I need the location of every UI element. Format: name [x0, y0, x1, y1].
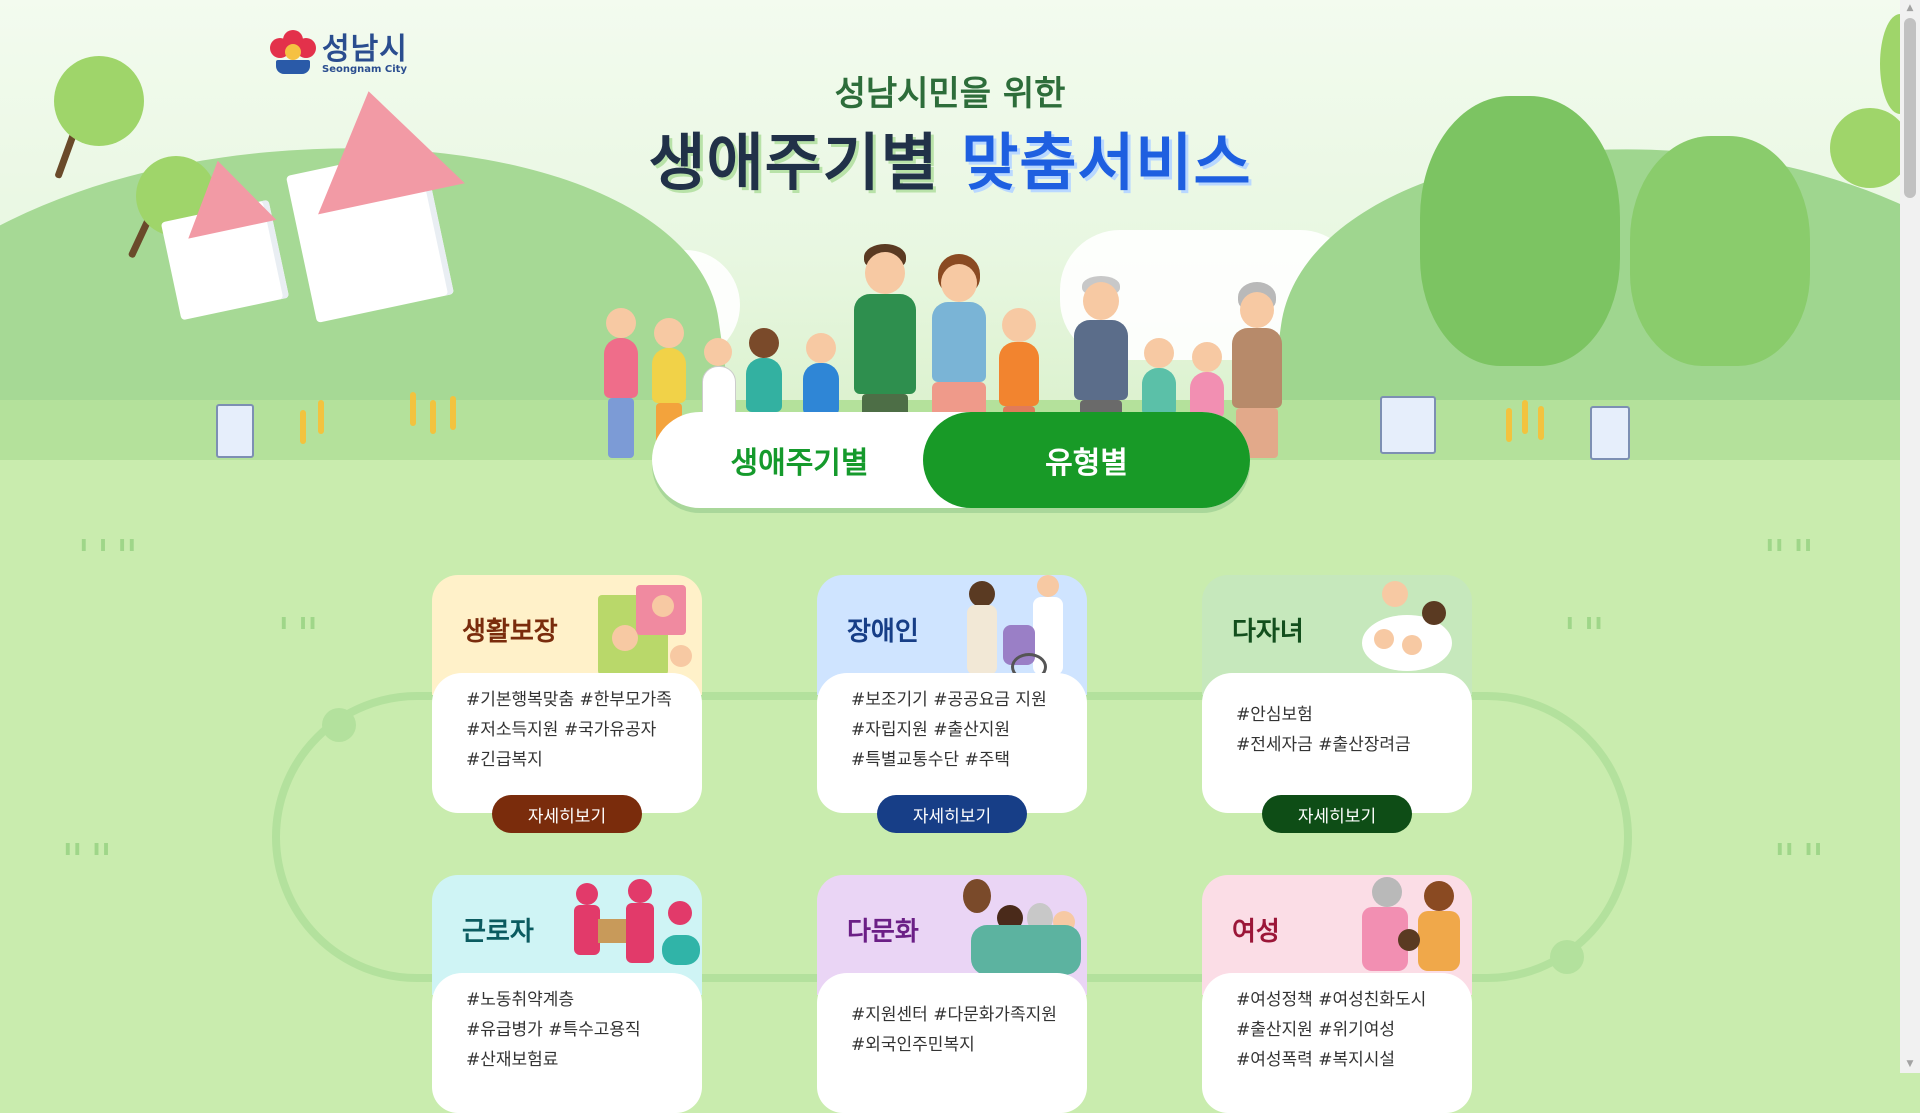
tag[interactable]: #지원센터 [851, 1005, 928, 1025]
tag[interactable]: #외국인주민복지 [851, 1035, 975, 1055]
tag[interactable]: #특수고용직 [548, 1020, 640, 1040]
tag[interactable]: #출산장려금 [1318, 735, 1410, 755]
disabled-illustration [957, 575, 1087, 681]
tag[interactable]: #공공요금 지원 [933, 690, 1047, 710]
tag[interactable]: #전세자금 [1236, 735, 1313, 755]
card-women[interactable]: 여성 #여성정책 #여성친화도시 #출산지원 #위기여성 #여성폭력 #복지시설 [1202, 875, 1472, 1113]
logo-korean-text: 성남시 [322, 32, 408, 67]
tag[interactable]: #다문화가족지원 [933, 1005, 1057, 1025]
card-multicultural[interactable]: 다문화 #지원센터 #다문화가족지원 #외국인주민복지 [817, 875, 1087, 1113]
category-toggle: 생애주기별 유형별 [652, 412, 1250, 508]
grass-icon: ıı ıı [1766, 532, 1814, 557]
view-details-button[interactable]: 자세히보기 [492, 795, 642, 833]
card-multi-child[interactable]: 다자녀 #안심보험 #전세자금 #출산장려금 자세히보기 [1202, 575, 1472, 833]
worker-illustration [572, 875, 702, 975]
plant-icon [430, 400, 436, 434]
plant-icon [1522, 400, 1528, 434]
scroll-thumb[interactable] [1904, 18, 1916, 198]
card-body: #안심보험 #전세자금 #출산장려금 [1202, 673, 1472, 813]
tag[interactable]: #출산지원 [1236, 1020, 1313, 1040]
tag[interactable]: #주택 [965, 750, 1011, 770]
card-title: 다자녀 [1232, 617, 1304, 647]
vertical-scrollbar[interactable]: ▲ ▼ [1900, 0, 1920, 1073]
plant-icon [318, 400, 324, 434]
plant-icon [410, 392, 416, 426]
hero-title-part1: 생애주기별 [648, 126, 939, 199]
card-livelihood[interactable]: 생활보장 #기본행복맞춤 #한부모가족 #저소득지원 #국가유공자 #긴급복지 … [432, 575, 702, 833]
grass-icon: ı ıı [280, 610, 319, 635]
multi-child-illustration [1342, 575, 1472, 675]
tag[interactable]: #여성친화도시 [1318, 990, 1426, 1010]
tag[interactable]: #여성폭력 [1236, 1050, 1313, 1070]
view-details-button[interactable]: 자세히보기 [877, 795, 1027, 833]
card-body: #지원센터 #다문화가족지원 #외국인주민복지 [817, 973, 1087, 1113]
tag[interactable]: #위기여성 [1318, 1020, 1395, 1040]
tag[interactable]: #산재보험료 [466, 1050, 558, 1070]
tag[interactable]: #여성정책 [1236, 990, 1313, 1010]
tab-life-cycle[interactable]: 생애주기별 [652, 412, 947, 508]
building-icon [1376, 384, 1456, 454]
grass-icon: ıı ıı [64, 836, 112, 861]
hero-title-part2: 맞춤서비스 [961, 126, 1252, 199]
tag[interactable]: #유급병가 [466, 1020, 543, 1040]
card-body: #보조기기 #공공요금 지원 #자립지원 #출산지원 #특별교통수단 #주택 [817, 673, 1087, 813]
card-title: 다문화 [847, 917, 919, 947]
card-title: 장애인 [847, 617, 919, 647]
tag[interactable]: #노동취약계층 [466, 990, 574, 1010]
tag[interactable]: #특별교통수단 [851, 750, 959, 770]
plant-icon [1506, 408, 1512, 442]
hero-subtitle: 성남시민을 위한 [834, 74, 1066, 114]
tag[interactable]: #보조기기 [851, 690, 928, 710]
view-details-button[interactable]: 자세히보기 [1262, 795, 1412, 833]
tag[interactable]: #안심보험 [1236, 705, 1313, 725]
card-title: 생활보장 [462, 617, 558, 647]
person-figure [596, 308, 646, 458]
multicultural-illustration [957, 875, 1087, 975]
card-body: #기본행복맞춤 #한부모가족 #저소득지원 #국가유공자 #긴급복지 [432, 673, 702, 813]
women-illustration [1342, 875, 1472, 975]
scroll-up-arrow-icon[interactable]: ▲ [1900, 0, 1920, 17]
tag[interactable]: #국가유공자 [564, 720, 656, 740]
tag[interactable]: #한부모가족 [580, 690, 672, 710]
card-body: #여성정책 #여성친화도시 #출산지원 #위기여성 #여성폭력 #복지시설 [1202, 973, 1472, 1113]
tag[interactable]: #자립지원 [851, 720, 928, 740]
track-dot [1550, 940, 1584, 974]
card-disabled[interactable]: 장애인 #보조기기 #공공요금 지원 #자립지원 #출산지원 #특별교통수단 #… [817, 575, 1087, 833]
hero-banner: 성남시 Seongnam City 성남시민을 위한 생애주기별 맞춤서비스 [0, 0, 1900, 460]
track-dot [322, 708, 356, 742]
grass-icon: ıı ıı [1776, 836, 1824, 861]
tag[interactable]: #복지시설 [1318, 1050, 1395, 1070]
livelihood-illustration [572, 575, 702, 675]
grass-icon: ı ıı [1566, 610, 1605, 635]
building-icon [1584, 390, 1644, 460]
tag[interactable]: #기본행복맞춤 [466, 690, 574, 710]
card-worker[interactable]: 근로자 #노동취약계층 #유급병가 #특수고용직 #산재보험료 [432, 875, 702, 1113]
tag[interactable]: #출산지원 [933, 720, 1010, 740]
tag[interactable]: #저소득지원 [466, 720, 558, 740]
tag[interactable]: #긴급복지 [466, 750, 543, 770]
card-body: #노동취약계층 #유급병가 #특수고용직 #산재보험료 [432, 973, 702, 1113]
scroll-down-arrow-icon[interactable]: ▼ [1900, 1056, 1920, 1073]
grass-icon: ı ı ıı [80, 532, 138, 557]
card-title: 여성 [1232, 917, 1280, 947]
plant-icon [300, 410, 306, 444]
plant-icon [1538, 406, 1544, 440]
building-icon [210, 388, 270, 458]
plant-icon [450, 396, 456, 430]
tab-type[interactable]: 유형별 [923, 412, 1250, 508]
card-title: 근로자 [462, 917, 534, 947]
hero-title: 생애주기별 맞춤서비스 [0, 112, 1900, 202]
